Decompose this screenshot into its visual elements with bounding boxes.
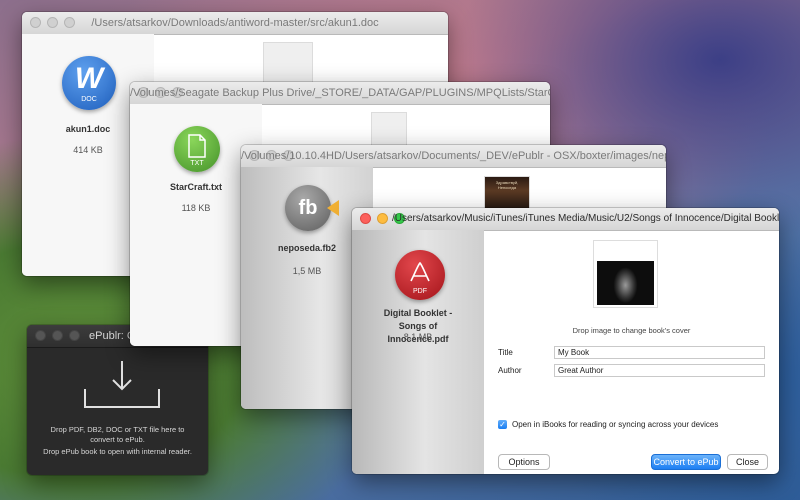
acrobat-glyph bbox=[410, 261, 430, 282]
minimize-window-button[interactable] bbox=[52, 330, 63, 341]
title-field[interactable]: My Book bbox=[554, 346, 765, 359]
minimize-window-button[interactable] bbox=[377, 213, 388, 224]
zoom-window-button[interactable] bbox=[69, 330, 80, 341]
file-size: 8,1 MB bbox=[403, 332, 433, 342]
window-title: /Volumes/10.10.4HD/Users/atsarkov/Docume… bbox=[241, 150, 666, 162]
text-file-icon: TXT bbox=[174, 126, 220, 172]
drop-zone[interactable]: Drop PDF, DB2, DOC or TXT file here to c… bbox=[27, 347, 208, 475]
txt-titlebar: /Volumes/Seagate Backup Plus Drive/_STOR… bbox=[130, 82, 550, 105]
window-title: /Users/atsarkov/Downloads/antiword-maste… bbox=[91, 17, 379, 29]
drop-instructions: Drop PDF, DB2, DOC or TXT file here to c… bbox=[50, 425, 185, 444]
window-title: /Volumes/Seagate Backup Plus Drive/_STOR… bbox=[130, 87, 550, 99]
pdf-window: /Users/atsarkov/Music/iTunes/iTunes Medi… bbox=[352, 208, 779, 474]
epublr-main-window: ePublr: Convert & Drop PDF, DB2, DOC or … bbox=[27, 325, 208, 475]
author-field[interactable]: Great Author bbox=[554, 364, 765, 377]
convert-to-epub-button[interactable]: Convert to ePub bbox=[651, 454, 721, 470]
file-info-pane: PDF Digital Booklet - Songs of Innocence… bbox=[352, 230, 484, 474]
fb2-titlebar: /Volumes/10.10.4HD/Users/atsarkov/Docume… bbox=[241, 145, 666, 168]
window-title: /Users/atsarkov/Music/iTunes/iTunes Medi… bbox=[392, 213, 779, 224]
open-instructions: Drop ePub book to open with internal rea… bbox=[43, 447, 192, 456]
close-button[interactable]: Close bbox=[727, 454, 768, 470]
title-label: Title bbox=[498, 348, 513, 357]
cover-placeholder[interactable] bbox=[371, 112, 407, 146]
book-cover-image bbox=[597, 261, 654, 305]
close-window-button[interactable] bbox=[360, 213, 371, 224]
cover-hint: Drop image to change book's cover bbox=[572, 326, 691, 335]
pdf-file-icon: PDF bbox=[395, 250, 445, 300]
pdf-titlebar: /Users/atsarkov/Music/iTunes/iTunes Medi… bbox=[352, 208, 779, 231]
book-cover-thumbnail[interactable]: Здравствуй, Непоседа bbox=[484, 176, 530, 212]
word-doc-icon: W DOC bbox=[62, 56, 116, 110]
close-window-button[interactable] bbox=[35, 330, 46, 341]
doc-titlebar: /Users/atsarkov/Downloads/antiword-maste… bbox=[22, 12, 448, 35]
document-glyph bbox=[188, 134, 206, 158]
arrow-tab-icon bbox=[327, 200, 339, 216]
window-controls bbox=[35, 330, 80, 341]
ibooks-label[interactable]: Open in iBooks for reading or syncing ac… bbox=[512, 420, 718, 429]
download-tray-icon bbox=[84, 361, 160, 408]
options-button[interactable]: Options bbox=[498, 454, 550, 470]
ibooks-checkbox[interactable]: ✓ bbox=[498, 420, 507, 429]
fb2-file-icon: fb bbox=[285, 185, 339, 231]
author-label: Author bbox=[498, 366, 522, 375]
cover-drop-area[interactable] bbox=[593, 240, 658, 308]
